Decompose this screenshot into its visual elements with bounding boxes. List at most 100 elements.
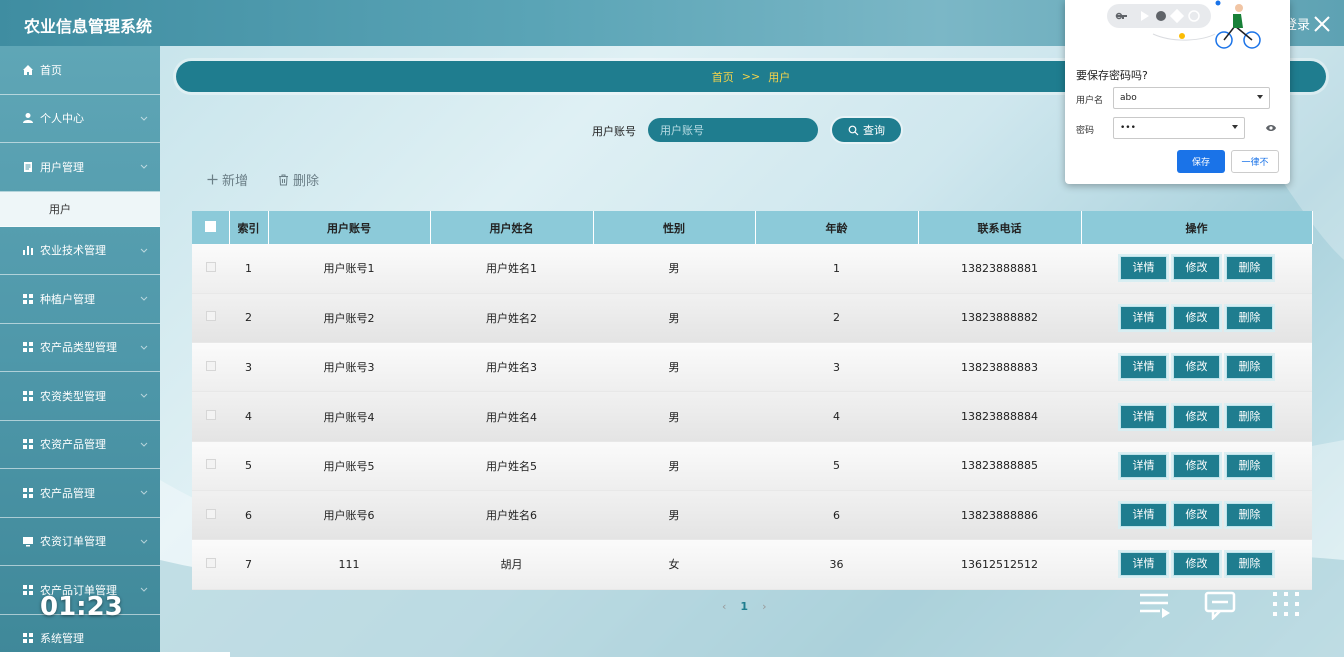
detail-button[interactable]: 详情 [1120, 453, 1167, 478]
detail-button[interactable]: 详情 [1120, 305, 1167, 330]
sidebar-item-label: 首页 [40, 63, 62, 77]
detail-button[interactable]: 详情 [1120, 503, 1167, 528]
password-field[interactable]: ••• [1113, 117, 1245, 139]
chevron-down-icon [140, 490, 148, 495]
sidebar-item-product-types[interactable]: 农产品类型管理 [0, 324, 160, 372]
sidebar-item-home[interactable]: 首页 [0, 46, 160, 95]
table-header-row: 索引 用户账号 用户姓名 性别 年龄 联系电话 操作 [192, 211, 1313, 244]
cell-name: 胡月 [430, 539, 593, 590]
edit-button[interactable]: 修改 [1173, 453, 1220, 478]
save-password-button[interactable]: 保存 [1177, 150, 1225, 173]
table-row: 1 用户账号1 用户姓名1 男 1 13823888881 详情 修改 删除 [192, 244, 1312, 294]
select-all-checkbox[interactable] [204, 220, 216, 232]
delete-button[interactable]: 删除 [1226, 503, 1273, 528]
edit-button[interactable]: 修改 [1173, 552, 1220, 577]
pagination-prev[interactable]: ‹ [722, 600, 726, 613]
row-checkbox[interactable] [205, 508, 216, 519]
delete-button[interactable]: 删除 [1226, 404, 1273, 429]
close-icon[interactable] [1312, 14, 1332, 34]
username-label: 用户名 [1076, 96, 1104, 106]
row-checkbox[interactable] [205, 311, 216, 322]
delete-button[interactable]: 删除 [1226, 256, 1273, 281]
row-checkbox[interactable] [205, 557, 216, 568]
sidebar-item-user-management[interactable]: 用户管理 [0, 143, 160, 192]
username-value: abo [1120, 93, 1137, 103]
row-select-cell[interactable] [192, 391, 229, 442]
edit-button[interactable]: 修改 [1173, 355, 1220, 380]
pagination-next[interactable]: › [762, 600, 766, 613]
chevron-down-icon [140, 442, 148, 447]
never-save-button[interactable]: 一律不 [1231, 150, 1279, 173]
chevron-down-icon [140, 345, 148, 350]
search-label: 用户账号 [592, 125, 636, 138]
pagination-current-page[interactable]: 1 [740, 600, 748, 613]
home-icon [23, 64, 33, 75]
chevron-down-icon [1232, 125, 1238, 129]
grid-icon [23, 584, 33, 595]
username-field[interactable]: abo [1113, 87, 1270, 109]
search-input[interactable] [648, 118, 818, 142]
cell-index: 3 [229, 342, 268, 393]
row-select-cell[interactable] [192, 441, 229, 491]
sidebar-subitem-user[interactable]: 用户 [0, 191, 160, 227]
column-header-actions: 操作 [1081, 211, 1313, 244]
row-select-cell[interactable] [192, 293, 229, 344]
sidebar-item-label: 农资产品管理 [40, 438, 106, 452]
edit-button[interactable]: 修改 [1173, 404, 1220, 429]
cell-name: 用户姓名5 [430, 441, 593, 491]
edit-button[interactable]: 修改 [1173, 256, 1220, 281]
playlist-icon[interactable] [1138, 590, 1172, 620]
row-select-cell[interactable] [192, 244, 229, 294]
save-password-dialog: 要保存密码吗? 用户名 abo 密码 ••• 保存 一律不 [1065, 0, 1290, 184]
delete-button[interactable]: 删除 [1226, 305, 1273, 330]
row-checkbox[interactable] [205, 261, 216, 272]
trash-icon [279, 174, 288, 185]
sidebar-item-planters[interactable]: 种植户管理 [0, 275, 160, 324]
sidebar-item-agri-tech[interactable]: 农业技术管理 [0, 227, 160, 275]
comment-icon[interactable] [1204, 590, 1238, 620]
sidebar-item-supply-orders[interactable]: 农资订单管理 [0, 518, 160, 566]
detail-button[interactable]: 详情 [1120, 404, 1167, 429]
eye-icon[interactable] [1265, 123, 1277, 133]
document-icon [24, 161, 32, 172]
grid-icon [23, 439, 33, 450]
chevron-down-icon [140, 296, 148, 301]
row-select-cell[interactable] [192, 490, 229, 541]
edit-button[interactable]: 修改 [1173, 305, 1220, 330]
batch-delete-button[interactable]: 删除 [278, 170, 319, 189]
row-checkbox[interactable] [205, 410, 216, 421]
cell-actions: 详情 修改 删除 [1081, 244, 1312, 294]
breadcrumb-home[interactable]: 首页 [712, 69, 734, 85]
delete-button[interactable]: 删除 [1226, 453, 1273, 478]
cell-gender: 女 [593, 539, 755, 590]
sidebar-item-agri-products[interactable]: 农产品管理 [0, 469, 160, 518]
detail-button[interactable]: 详情 [1120, 552, 1167, 577]
apps-grid-icon[interactable] [1270, 590, 1304, 620]
row-checkbox[interactable] [205, 360, 216, 371]
sidebar-item-personal-center[interactable]: 个人中心 [0, 95, 160, 143]
row-select-cell[interactable] [192, 342, 229, 393]
search-button[interactable]: 查询 [832, 118, 901, 142]
cell-index: 6 [229, 490, 268, 541]
edit-button[interactable]: 修改 [1173, 503, 1220, 528]
add-button[interactable]: 新增 [207, 170, 248, 189]
sidebar-item-label: 系统管理 [40, 632, 84, 646]
detail-button[interactable]: 详情 [1120, 256, 1167, 281]
sidebar-item-supply-types[interactable]: 农资类型管理 [0, 372, 160, 421]
cell-actions: 详情 修改 删除 [1081, 441, 1312, 491]
delete-button[interactable]: 删除 [1226, 355, 1273, 380]
column-header-phone: 联系电话 [918, 211, 1082, 244]
save-password-title: 要保存密码吗? [1076, 69, 1148, 82]
cell-gender: 男 [593, 244, 755, 294]
chevron-down-icon [140, 248, 148, 253]
delete-button[interactable]: 删除 [1226, 552, 1273, 577]
row-select-cell[interactable] [192, 539, 229, 590]
cell-account: 用户账号3 [268, 342, 430, 393]
sidebar-item-supply-products[interactable]: 农资产品管理 [0, 421, 160, 469]
search-button-label: 查询 [863, 124, 885, 137]
row-checkbox[interactable] [205, 459, 216, 470]
detail-button[interactable]: 详情 [1120, 355, 1167, 380]
cell-phone: 13823888886 [918, 490, 1081, 541]
select-all-cell[interactable] [192, 211, 230, 244]
cell-index: 4 [229, 391, 268, 442]
